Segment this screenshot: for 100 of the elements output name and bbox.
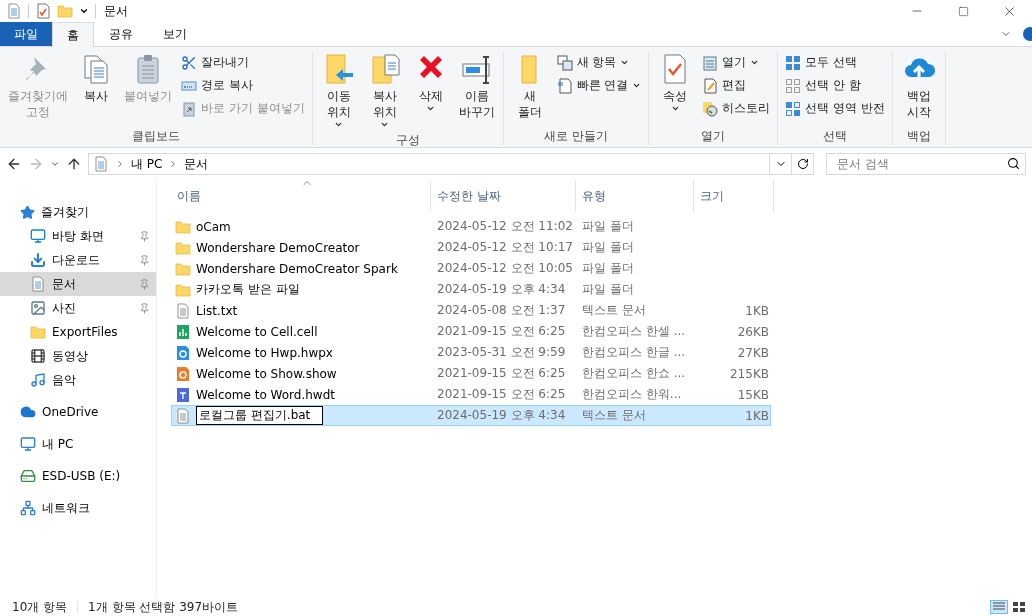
table-cell-text: 한컴오피스 한쇼 ... xyxy=(581,365,687,382)
spreadsheet-icon xyxy=(175,323,191,340)
column-header[interactable]: 수정한 날짜 xyxy=(431,180,576,212)
group-label: 새로 만들기 xyxy=(543,128,609,145)
document-icon xyxy=(30,276,46,292)
pin-icon xyxy=(139,230,150,242)
pin-icon xyxy=(139,278,150,290)
recent-locations-button[interactable] xyxy=(50,159,60,169)
file-row[interactable]: oCam 2024-05-12 오전 11:02 파일 폴더 xyxy=(171,216,771,237)
address-bar[interactable]: 내 PC 문서 xyxy=(88,153,770,175)
status-text: 10개 항목 xyxy=(12,598,68,616)
shortcut-icon xyxy=(556,77,573,94)
file-row[interactable]: List.txt 2024-05-08 오전 1:37 텍스트 문서 1KB xyxy=(171,300,771,321)
table-cell-text: 2021-09-15 오전 6:25 xyxy=(436,386,567,403)
column-header[interactable]: 유형 xyxy=(576,180,694,212)
drive-icon xyxy=(20,468,36,484)
ribbon-button[interactable]: 잘라내기 xyxy=(178,52,308,73)
up-button[interactable] xyxy=(66,156,82,172)
table-cell-text: 한컴오피스 한글 ... xyxy=(581,344,687,361)
view-button[interactable] xyxy=(1010,600,1028,614)
computer-icon xyxy=(20,436,36,452)
folder-icon xyxy=(175,281,191,298)
status-text: 1개 항목 선택함 397바이트 xyxy=(88,598,239,616)
ribbon-button[interactable]: 새 폴더 xyxy=(507,51,552,127)
breadcrumb[interactable]: 문서 xyxy=(184,155,209,173)
rename-field[interactable]: 로컬그룹 편집기.bat xyxy=(196,406,324,425)
file-name: Welcome to Hwp.hwpx xyxy=(196,345,333,360)
file-row[interactable]: 카카오톡 받은 파일 2024-05-19 오후 4:34 파일 폴더 xyxy=(171,279,771,300)
sidebar-item[interactable]: 즐겨찾기 xyxy=(0,200,156,224)
ribbon-button[interactable]: 빠른 연결 xyxy=(553,75,645,96)
ribbon-button[interactable]: 편집 xyxy=(699,75,774,96)
file-row[interactable]: 로컬그룹 편집기.bat 2024-05-19 오후 4:34 텍스트 문서 1KB xyxy=(171,405,771,426)
ribbon-button[interactable]: 열기 xyxy=(699,52,774,73)
ribbon-tab[interactable]: 공유 xyxy=(94,22,148,46)
ribbon-button[interactable]: 복사 위치 xyxy=(362,51,407,131)
file-row[interactable]: Welcome to Show.show 2021-09-15 오전 6:25 한컴오피스 한쇼 ... 215KB xyxy=(171,363,771,384)
file-row[interactable]: Welcome to Hwp.hwpx 2023-05-31 오전 9:59 한컴오피스 한글 ... 27KB xyxy=(171,342,771,363)
ribbon-button[interactable]: 삭제 xyxy=(408,51,453,131)
folder-icon xyxy=(175,239,191,256)
sidebar-item[interactable]: ExportFiles xyxy=(0,320,156,344)
select-all-icon xyxy=(785,54,802,71)
select-none-icon xyxy=(785,77,802,94)
file-row[interactable]: Welcome to Cell.cell 2021-09-15 오전 6:25 한컴오피스 한셀 ... 26KB xyxy=(171,321,771,342)
properties-icon xyxy=(35,3,51,19)
ribbon-tab[interactable]: 파일 xyxy=(0,22,52,46)
table-cell-text: 파일 폴더 xyxy=(581,239,635,256)
notepad-icon xyxy=(702,54,719,71)
customize-icon[interactable] xyxy=(79,6,89,16)
ribbon-button[interactable]: 이동 위치 xyxy=(316,51,361,131)
table-cell-text: 2024-05-08 오전 1:37 xyxy=(436,302,567,319)
table-cell-text: 2024-05-12 오전 10:17 xyxy=(436,239,574,256)
group-label: 클립보드 xyxy=(130,128,181,145)
ribbon-tab[interactable]: 홈 xyxy=(52,22,94,47)
ribbon-button[interactable]: 선택 안 함 xyxy=(782,75,889,96)
sidebar-item[interactable]: ESD-USB (E:) xyxy=(0,464,156,488)
folder-icon xyxy=(175,260,191,277)
file-name: Wondershare DemoCreator Spark xyxy=(196,261,398,276)
sidebar-item[interactable]: OneDrive xyxy=(0,400,156,424)
ribbon-button[interactable]: 새 항목 xyxy=(553,52,645,73)
ribbon-button[interactable]: 히스토리 xyxy=(699,98,774,119)
sidebar-item[interactable]: 문서 xyxy=(0,272,156,296)
ribbon-button[interactable]: 복사 xyxy=(74,51,118,127)
cloud-icon xyxy=(20,404,36,420)
ribbon-button[interactable]: 속성 xyxy=(653,51,698,127)
help-icon[interactable] xyxy=(1020,27,1032,41)
table-cell-text: 2024-05-12 오전 10:05 xyxy=(436,260,574,277)
ribbon-button[interactable]: 경로 복사 xyxy=(178,75,308,96)
desktop-icon xyxy=(30,228,46,244)
sidebar-item[interactable]: 바탕 화면 xyxy=(0,224,156,248)
sidebar-item[interactable]: 사진 xyxy=(0,296,156,320)
ribbon-tab[interactable]: 보기 xyxy=(148,22,202,46)
folder-icon xyxy=(57,3,73,19)
document-icon xyxy=(6,3,22,19)
table-cell-text: 2021-09-15 오전 6:25 xyxy=(436,365,567,382)
file-row[interactable]: Wondershare DemoCreator Spark 2024-05-12 오전 10:05 파일 폴더 xyxy=(171,258,771,279)
ribbon-button[interactable]: 백업 시작 xyxy=(897,51,942,127)
table-cell-text: 파일 폴더 xyxy=(581,281,635,298)
column-header[interactable]: 이름 xyxy=(171,180,431,212)
sidebar-item[interactable]: 다운로드 xyxy=(0,248,156,272)
file-name: Wondershare DemoCreator xyxy=(196,240,360,255)
sidebar-item[interactable]: 내 PC xyxy=(0,432,156,456)
column-header[interactable]: 크기 xyxy=(694,180,774,212)
search-field[interactable]: 문서 검색 xyxy=(826,153,1026,175)
back-button[interactable] xyxy=(6,156,22,172)
refresh-button[interactable] xyxy=(792,153,814,175)
sidebar-item[interactable]: 네트워크 xyxy=(0,496,156,520)
search-icon xyxy=(1007,157,1020,170)
breadcrumb[interactable]: 내 PC xyxy=(131,155,163,173)
table-cell-text: 27KB xyxy=(736,345,770,360)
file-row[interactable]: Welcome to Word.hwdt 2021-09-15 오전 6:25 한컴오피스 한워... 15KB xyxy=(171,384,771,405)
file-row[interactable]: Wondershare DemoCreator 2024-05-12 오전 10:17 파일 폴더 xyxy=(171,237,771,258)
ribbon-button[interactable]: 이름 바꾸기 xyxy=(454,51,499,131)
ribbon-button[interactable]: 선택 영역 반전 xyxy=(782,98,889,119)
refresh-icon xyxy=(796,158,809,170)
sidebar-item[interactable]: 동영상 xyxy=(0,344,156,368)
document-app-icon xyxy=(175,344,191,361)
large-icons-view-icon xyxy=(1013,602,1025,612)
ribbon-button[interactable]: 모두 선택 xyxy=(782,52,889,73)
sidebar-item[interactable]: 음악 xyxy=(0,368,156,392)
table-cell-text: 215KB xyxy=(729,366,770,381)
